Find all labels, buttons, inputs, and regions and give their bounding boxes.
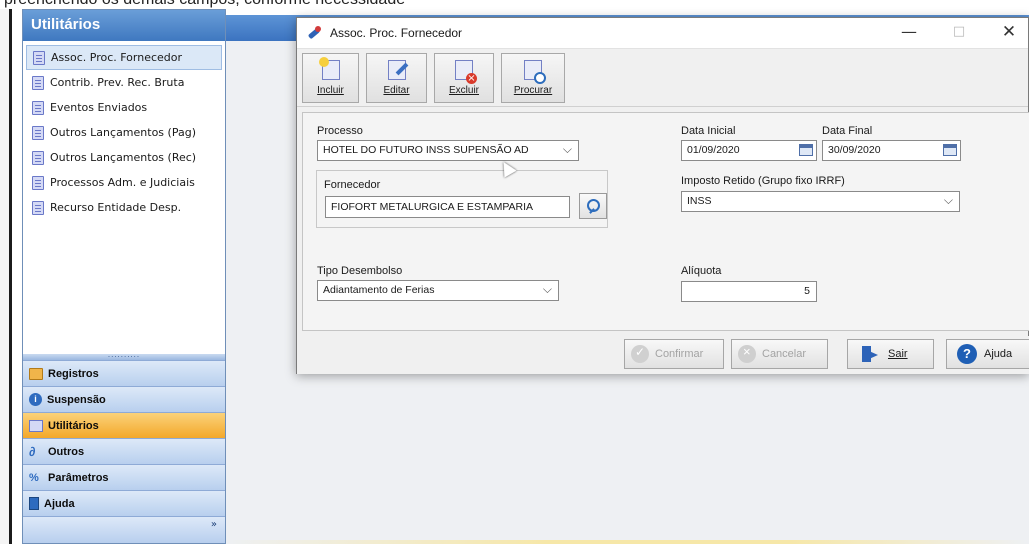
sidebar-item-label: Outros Lançamentos (Pag) (50, 126, 196, 139)
document-icon (32, 200, 44, 215)
sidebar-item-eventos-enviados[interactable]: Eventos Enviados (26, 95, 222, 120)
sidebar-title: Utilitários (23, 10, 225, 41)
folder-icon (29, 367, 43, 380)
info-icon: i (29, 393, 42, 406)
nav-registros[interactable]: Registros (23, 360, 225, 386)
document-icon (32, 100, 44, 115)
minimize-button[interactable]: — (897, 22, 921, 41)
nav-label: Outros (48, 445, 85, 458)
sidebar-item-label: Processos Adm. e Judiciais (50, 176, 195, 189)
incluir-label: Incluir (317, 85, 344, 96)
add-document-icon (318, 57, 340, 80)
sidebar-item-recurso-entidade-desp[interactable]: Recurso Entidade Desp. (26, 195, 222, 220)
sidebar-item-label: Contrib. Prev. Rec. Bruta (50, 76, 185, 89)
excluir-button[interactable]: Excluir (434, 53, 494, 103)
document-icon (32, 150, 44, 165)
nav-parametros[interactable]: % Parâmetros (23, 464, 225, 490)
check-icon (631, 345, 649, 363)
parameters-icon: % (29, 471, 39, 484)
sidebar-item-label: Outros Lançamentos (Rec) (50, 151, 197, 164)
sidebar-item-processos-adm-judiciais[interactable]: Processos Adm. e Judiciais (26, 170, 222, 195)
sidebar-item-contrib-prev-rec-bruta[interactable]: Contrib. Prev. Rec. Bruta (26, 70, 222, 95)
editar-label: Editar (383, 85, 410, 96)
sidebar-item-outros-lancamentos-pag[interactable]: Outros Lançamentos (Pag) (26, 120, 222, 145)
document-icon (32, 175, 44, 190)
nav-suspensao[interactable]: i Suspensão (23, 386, 225, 412)
sidebar-item-assoc-proc-fornecedor[interactable]: Assoc. Proc. Fornecedor (26, 45, 222, 70)
assoc-proc-fornecedor-dialog: Assoc. Proc. Fornecedor — □ ✕ Incluir Ed… (296, 17, 1029, 374)
sidebar-item-label: Eventos Enviados (50, 101, 148, 114)
exit-icon (862, 345, 880, 363)
pin-icon (306, 24, 324, 42)
expand-nav-icon[interactable]: » (211, 520, 217, 530)
maximize-button[interactable]: □ (947, 24, 971, 39)
data-final-field[interactable]: 30/09/2020 (822, 140, 961, 161)
aliquota-label: Alíquota (681, 265, 722, 277)
sair-label: Sair (888, 348, 908, 360)
nav-outros[interactable]: ∂ Outros (23, 438, 225, 464)
confirmar-button[interactable]: Confirmar (624, 339, 724, 369)
dialog-title-bar[interactable]: Assoc. Proc. Fornecedor — □ ✕ (297, 18, 1028, 49)
procurar-label: Procurar (513, 85, 553, 96)
ajuda-label: Ajuda (984, 348, 1013, 360)
cancelar-label: Cancelar (762, 348, 807, 360)
nav-label: Registros (48, 367, 99, 380)
document-icon (29, 419, 43, 432)
nav-label: Ajuda (44, 497, 75, 510)
sidebar-item-label: Assoc. Proc. Fornecedor (51, 51, 183, 64)
data-inicial-label: Data Inicial (681, 125, 736, 137)
nav-label: Parâmetros (48, 471, 109, 484)
fornecedor-search-button[interactable] (579, 193, 607, 219)
help-book-icon (29, 497, 39, 510)
delete-document-icon (455, 60, 477, 84)
incluir-button[interactable]: Incluir (302, 53, 359, 103)
sidebar-list: Assoc. Proc. Fornecedor Contrib. Prev. R… (23, 41, 225, 351)
nav-label: Utilitários (48, 419, 99, 432)
document-icon (32, 125, 44, 140)
cancel-icon (738, 344, 756, 363)
cancelar-button[interactable]: Cancelar (731, 339, 828, 369)
imposto-retido-select[interactable]: INSS (681, 191, 960, 212)
sidebar-item-label: Recurso Entidade Desp. (50, 201, 182, 214)
help-icon: ? (957, 344, 977, 364)
calendar-icon[interactable] (943, 144, 957, 156)
nav-ajuda[interactable]: Ajuda (23, 490, 225, 516)
sidebar-item-outros-lancamentos-rec[interactable]: Outros Lançamentos (Rec) (26, 145, 222, 170)
caption-text: preenchendo os demais campos, conforme n… (4, 0, 405, 9)
imposto-retido-label: Imposto Retido (Grupo fixo IRRF) (681, 175, 845, 187)
dialog-title: Assoc. Proc. Fornecedor (330, 26, 463, 40)
fornecedor-label: Fornecedor (324, 179, 381, 191)
sidebar: Utilitários Assoc. Proc. Fornecedor Cont… (22, 9, 226, 544)
ajuda-button[interactable]: ? Ajuda (946, 339, 1029, 369)
document-icon (32, 75, 44, 90)
close-button[interactable]: ✕ (997, 22, 1021, 42)
aliquota-field[interactable]: 5 (681, 281, 817, 302)
link-icon: ∂ (29, 443, 36, 459)
edit-document-icon (387, 60, 406, 80)
dialog-footer: Confirmar Cancelar Sair ? Ajuda (297, 336, 1029, 374)
processo-select[interactable]: HOTEL DO FUTURO INSS SUPENSÃO AD (317, 140, 579, 161)
sair-button[interactable]: Sair (847, 339, 934, 369)
fornecedor-field[interactable]: FIOFORT METALURGICA E ESTAMPARIA (325, 196, 570, 218)
dialog-toolbar: Incluir Editar Excluir Procurar (297, 49, 1028, 107)
nav-utilitarios[interactable]: Utilitários (23, 412, 225, 438)
tipo-desembolso-label: Tipo Desembolso (317, 265, 403, 277)
nav-label: Suspensão (47, 393, 106, 406)
procurar-button[interactable]: Procurar (501, 53, 565, 103)
editar-button[interactable]: Editar (366, 53, 427, 103)
tipo-desembolso-select[interactable]: Adiantamento de Ferias (317, 280, 559, 301)
sidebar-footer: » (23, 516, 225, 543)
search-document-icon (524, 60, 546, 84)
data-inicial-field[interactable]: 01/09/2020 (681, 140, 817, 161)
confirmar-label: Confirmar (655, 348, 704, 360)
excluir-label: Excluir (448, 85, 479, 96)
processo-label: Processo (317, 125, 363, 137)
calendar-icon[interactable] (799, 144, 813, 156)
video-caption: preenchendo os demais campos, conforme n… (0, 0, 1029, 9)
data-final-label: Data Final (822, 125, 873, 137)
workspace-bottom-strip (226, 540, 1029, 544)
form-panel: Processo HOTEL DO FUTURO INSS SUPENSÃO A… (302, 112, 1029, 331)
window-left-edge (0, 9, 12, 544)
document-icon (33, 50, 45, 65)
